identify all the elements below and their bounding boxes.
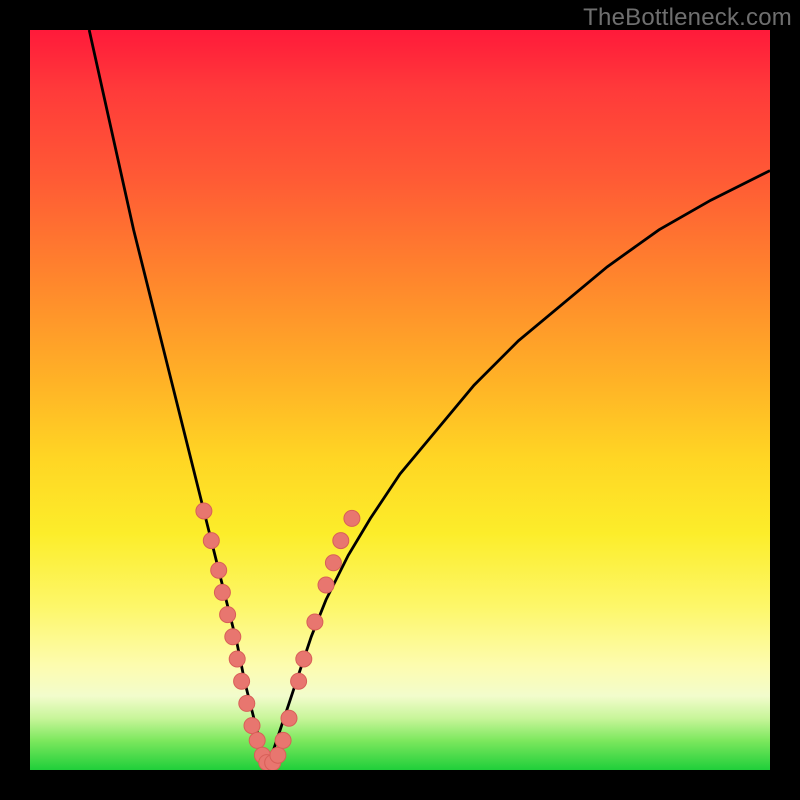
chart-frame: TheBottleneck.com <box>0 0 800 800</box>
data-marker <box>249 732 265 748</box>
data-marker <box>270 747 286 763</box>
data-marker <box>296 651 312 667</box>
data-marker <box>281 710 297 726</box>
data-marker <box>234 673 250 689</box>
data-marker <box>220 607 236 623</box>
data-marker <box>344 510 360 526</box>
data-marker <box>318 577 334 593</box>
data-marker <box>225 629 241 645</box>
data-marker <box>307 614 323 630</box>
plot-area <box>30 30 770 770</box>
data-markers <box>196 503 360 770</box>
data-marker <box>229 651 245 667</box>
data-marker <box>333 533 349 549</box>
data-marker <box>291 673 307 689</box>
data-marker <box>239 695 255 711</box>
watermark-text: TheBottleneck.com <box>583 4 792 32</box>
curve-right-branch <box>267 171 770 770</box>
chart-svg <box>30 30 770 770</box>
data-marker <box>196 503 212 519</box>
data-marker <box>275 732 291 748</box>
data-marker <box>211 562 227 578</box>
data-marker <box>244 718 260 734</box>
data-marker <box>214 584 230 600</box>
data-marker <box>325 555 341 571</box>
data-marker <box>203 533 219 549</box>
